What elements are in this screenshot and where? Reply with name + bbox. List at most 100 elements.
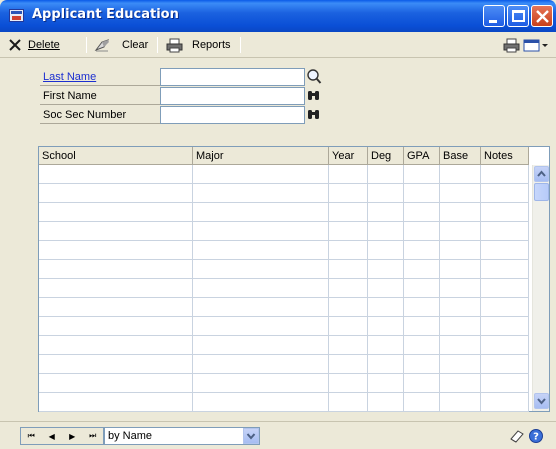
last-record-icon[interactable]: ⏭ [83,431,104,441]
last-name-lookup-button[interactable] [306,68,322,86]
table-cell[interactable] [440,336,481,355]
table-cell[interactable] [404,336,440,355]
table-cell[interactable] [329,393,368,412]
table-cell[interactable] [404,374,440,393]
table-cell[interactable] [193,260,329,279]
table-cell[interactable] [368,184,404,203]
table-row[interactable] [39,184,529,203]
note-button[interactable] [509,428,525,447]
table-cell[interactable] [440,184,481,203]
table-cell[interactable] [193,241,329,260]
grid-scrollbar[interactable] [532,165,549,411]
table-cell[interactable] [440,298,481,317]
table-row[interactable] [39,279,529,298]
table-cell[interactable] [39,374,193,393]
table-cell[interactable] [481,260,529,279]
table-cell[interactable] [193,222,329,241]
table-cell[interactable] [440,222,481,241]
table-cell[interactable] [404,260,440,279]
table-cell[interactable] [481,241,529,260]
table-cell[interactable] [368,336,404,355]
table-row[interactable] [39,203,529,222]
table-cell[interactable] [39,165,193,184]
table-cell[interactable] [368,355,404,374]
column-school[interactable]: School [39,147,193,165]
table-cell[interactable] [440,165,481,184]
table-cell[interactable] [481,355,529,374]
sort-order-dropdown-button[interactable] [243,428,259,444]
table-cell[interactable] [39,241,193,260]
table-cell[interactable] [329,222,368,241]
table-cell[interactable] [481,298,529,317]
column-deg[interactable]: Deg [368,147,404,165]
table-row[interactable] [39,298,529,317]
sort-order-select[interactable]: by Name [104,427,260,445]
table-cell[interactable] [481,374,529,393]
table-cell[interactable] [193,279,329,298]
minimize-button[interactable] [483,5,505,27]
table-cell[interactable] [440,355,481,374]
table-cell[interactable] [440,241,481,260]
table-cell[interactable] [193,317,329,336]
table-cell[interactable] [329,203,368,222]
table-cell[interactable] [368,279,404,298]
table-cell[interactable] [193,393,329,412]
table-cell[interactable] [368,298,404,317]
table-cell[interactable] [481,336,529,355]
table-cell[interactable] [404,184,440,203]
table-cell[interactable] [193,298,329,317]
maximize-button[interactable] [507,5,529,27]
table-cell[interactable] [39,222,193,241]
table-cell[interactable] [193,355,329,374]
scroll-up-button[interactable] [534,166,549,182]
table-cell[interactable] [39,260,193,279]
table-cell[interactable] [481,203,529,222]
previous-record-icon[interactable]: ◀ [42,432,63,441]
table-cell[interactable] [404,279,440,298]
table-cell[interactable] [481,184,529,203]
table-cell[interactable] [329,260,368,279]
table-cell[interactable] [368,260,404,279]
table-cell[interactable] [193,203,329,222]
table-cell[interactable] [368,222,404,241]
table-cell[interactable] [329,165,368,184]
table-cell[interactable] [404,355,440,374]
table-cell[interactable] [329,336,368,355]
table-cell[interactable] [39,393,193,412]
table-cell[interactable] [440,374,481,393]
print-button[interactable] [503,37,521,53]
table-row[interactable] [39,393,529,412]
column-base[interactable]: Base [440,147,481,165]
table-cell[interactable] [329,374,368,393]
last-name-input[interactable] [160,68,305,86]
table-cell[interactable] [481,222,529,241]
table-cell[interactable] [404,298,440,317]
scroll-thumb[interactable] [534,183,549,201]
table-cell[interactable] [368,317,404,336]
table-cell[interactable] [404,241,440,260]
table-cell[interactable] [440,317,481,336]
table-row[interactable] [39,317,529,336]
column-notes[interactable]: Notes [481,147,529,165]
table-cell[interactable] [404,165,440,184]
table-cell[interactable] [440,279,481,298]
first-name-input[interactable] [160,87,305,105]
table-row[interactable] [39,260,529,279]
clear-button[interactable]: Clear [94,37,148,53]
table-cell[interactable] [481,317,529,336]
table-cell[interactable] [329,241,368,260]
table-cell[interactable] [404,203,440,222]
table-cell[interactable] [404,317,440,336]
reports-button[interactable]: Reports [166,37,231,53]
table-cell[interactable] [329,279,368,298]
table-cell[interactable] [39,317,193,336]
table-cell[interactable] [404,393,440,412]
table-cell[interactable] [193,336,329,355]
table-row[interactable] [39,336,529,355]
table-row[interactable] [39,374,529,393]
table-cell[interactable] [39,355,193,374]
table-cell[interactable] [193,184,329,203]
education-grid[interactable]: School Major Year Deg GPA Base Notes [38,146,550,412]
last-name-link[interactable]: Last Name [40,68,160,86]
table-cell[interactable] [440,393,481,412]
